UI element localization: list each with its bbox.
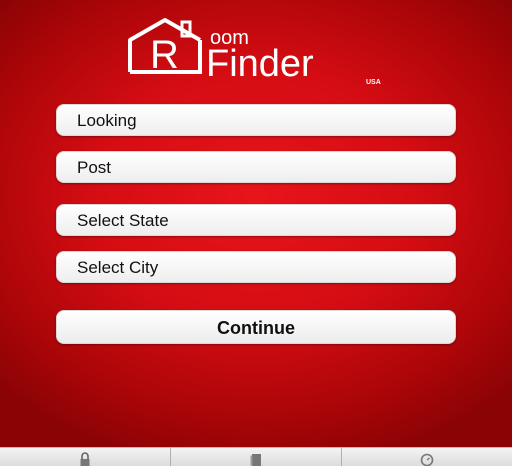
document-icon — [250, 454, 261, 466]
tab-document[interactable] — [171, 448, 342, 466]
continue-button[interactable]: Continue — [56, 310, 456, 344]
logo-word2: Finder — [206, 43, 314, 85]
tab-lock[interactable] — [0, 448, 171, 466]
tab-clock[interactable] — [342, 448, 512, 466]
select-city-label: Select City — [77, 258, 159, 277]
select-state-dropdown[interactable]: Select State — [56, 204, 456, 236]
looking-button[interactable]: Looking — [56, 104, 456, 136]
logo-region: USA — [366, 79, 381, 86]
post-button[interactable]: Post — [56, 151, 456, 183]
room-finder-logo: R oom Finder USA — [120, 16, 400, 86]
bottom-tab-bar — [0, 447, 512, 466]
continue-label: Continue — [217, 318, 295, 338]
post-label: Post — [77, 158, 112, 177]
house-logo-icon: R oom Finder USA — [128, 18, 381, 86]
lock-icon — [80, 452, 90, 466]
looking-label: Looking — [77, 111, 137, 130]
select-state-label: Select State — [77, 211, 169, 230]
select-city-dropdown[interactable]: Select City — [56, 251, 456, 283]
clock-icon — [420, 453, 434, 466]
logo-letter: R — [150, 33, 179, 77]
